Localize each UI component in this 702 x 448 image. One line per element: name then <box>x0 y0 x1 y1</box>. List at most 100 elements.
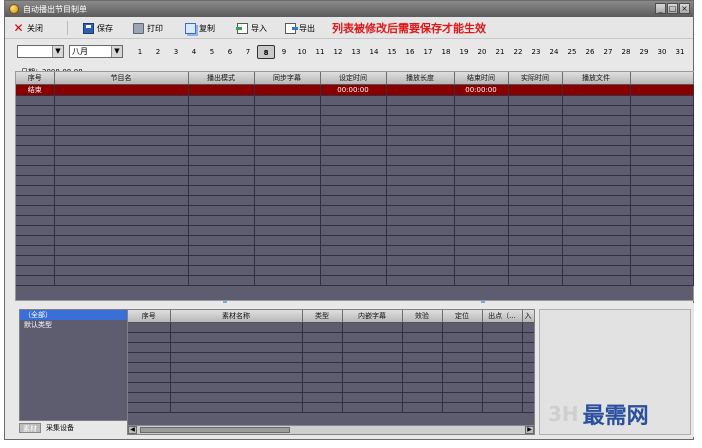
day-button[interactable]: 28 <box>617 45 635 59</box>
table-row[interactable] <box>16 245 694 256</box>
table-row[interactable]: 结束 00:00:00 00:00:00 <box>16 84 694 96</box>
table-row[interactable] <box>128 392 534 403</box>
scroll-left-icon[interactable]: ◀ <box>128 426 137 434</box>
day-button[interactable]: 24 <box>545 45 563 59</box>
category-item[interactable]: （全部） <box>20 310 128 320</box>
chevron-down-icon[interactable]: ▼ <box>52 46 63 57</box>
year-dropdown[interactable]: ▼ <box>17 45 64 58</box>
day-button[interactable]: 6 <box>221 45 239 59</box>
table-row[interactable] <box>128 342 534 353</box>
table-row[interactable] <box>16 125 694 136</box>
column-header[interactable]: 入 <box>522 310 534 323</box>
horizontal-scrollbar[interactable]: ◀ ▶ <box>128 425 534 434</box>
category-item[interactable]: 默认类型 <box>20 320 128 330</box>
table-row[interactable] <box>128 382 534 393</box>
day-button[interactable]: 26 <box>581 45 599 59</box>
tab-1[interactable]: 采集设备 <box>43 423 77 433</box>
tab-0[interactable]: 素材 <box>19 423 41 433</box>
table-row[interactable] <box>16 185 694 196</box>
day-button[interactable]: 23 <box>527 45 545 59</box>
category-list[interactable]: （全部） 默认类型 <box>19 309 129 421</box>
day-button[interactable]: 22 <box>509 45 527 59</box>
column-header[interactable]: 实际时间 <box>508 72 563 85</box>
print-button[interactable]: 打印 <box>133 21 163 35</box>
column-header[interactable]: 序号 <box>16 72 55 85</box>
column-header[interactable]: 播出模式 <box>188 72 255 85</box>
table-row[interactable] <box>16 175 694 186</box>
chevron-down-icon[interactable]: ▼ <box>111 46 122 57</box>
table-row[interactable] <box>128 362 534 373</box>
table-row[interactable] <box>128 372 534 383</box>
day-button[interactable]: 30 <box>653 45 671 59</box>
table-row[interactable] <box>16 105 694 116</box>
day-button[interactable]: 21 <box>491 45 509 59</box>
column-header[interactable]: 播放文件 <box>562 72 631 85</box>
column-header[interactable]: 节目名 <box>54 72 189 85</box>
column-header[interactable]: 序号 <box>128 310 171 323</box>
column-header[interactable]: 效验 <box>402 310 443 323</box>
day-button[interactable]: 2 <box>149 45 167 59</box>
column-header[interactable]: 类型 <box>302 310 343 323</box>
table-row[interactable] <box>128 322 534 333</box>
column-header[interactable]: 同步字幕 <box>254 72 321 85</box>
day-button[interactable]: 18 <box>437 45 455 59</box>
save-button[interactable]: 保存 <box>83 21 113 35</box>
schedule-table[interactable]: 序号 节目名 播出模式 同步字幕 设定时间 播放长度 结束时间 实际时间 播放文件 结束 00:0… <box>16 72 694 286</box>
day-button[interactable]: 5 <box>203 45 221 59</box>
day-button[interactable]: 11 <box>311 45 329 59</box>
import-button[interactable]: 导入 <box>236 21 267 35</box>
export-button[interactable]: 导出 <box>285 21 315 35</box>
month-dropdown[interactable]: 八月 ▼ <box>69 45 123 58</box>
table-row[interactable] <box>16 265 694 276</box>
day-button[interactable]: 16 <box>401 45 419 59</box>
column-header[interactable]: 设定时间 <box>320 72 387 85</box>
table-row[interactable] <box>16 155 694 166</box>
column-header[interactable]: 出点（... <box>482 310 523 323</box>
day-button[interactable]: 1 <box>131 45 149 59</box>
day-button[interactable]: 12 <box>329 45 347 59</box>
day-button[interactable]: 10 <box>293 45 311 59</box>
day-button[interactable]: 29 <box>635 45 653 59</box>
table-row[interactable] <box>16 255 694 266</box>
column-header[interactable]: 素材名称 <box>170 310 303 323</box>
table-row[interactable] <box>16 115 694 126</box>
table-row[interactable] <box>16 235 694 246</box>
column-header[interactable]: 定位 <box>442 310 483 323</box>
day-button[interactable]: 9 <box>275 45 293 59</box>
day-button[interactable]: 27 <box>599 45 617 59</box>
material-table[interactable]: 序号 素材名称 类型 内嵌字幕 效验 定位 出点（... 入 <box>128 310 534 413</box>
day-button[interactable]: 20 <box>473 45 491 59</box>
close-button[interactable]: ✕ 关闭 <box>13 21 43 35</box>
table-row[interactable] <box>128 332 534 343</box>
day-button[interactable]: 14 <box>365 45 383 59</box>
day-button[interactable]: 15 <box>383 45 401 59</box>
day-button[interactable]: 7 <box>239 45 257 59</box>
table-row[interactable] <box>16 215 694 226</box>
scroll-right-icon[interactable]: ▶ <box>525 426 534 434</box>
table-row[interactable] <box>128 352 534 363</box>
scroll-thumb[interactable] <box>140 427 290 433</box>
maximize-button[interactable]: □ <box>667 3 678 14</box>
table-row[interactable] <box>16 275 694 286</box>
table-row[interactable] <box>16 145 694 156</box>
column-header[interactable]: 内嵌字幕 <box>342 310 403 323</box>
minimize-button[interactable]: _ <box>655 3 666 14</box>
table-row[interactable] <box>16 135 694 146</box>
day-button[interactable]: 13 <box>347 45 365 59</box>
day-button[interactable]: 19 <box>455 45 473 59</box>
title-bar[interactable]: 自动播出节目制单 _ □ × <box>5 1 693 17</box>
column-header[interactable]: 播放长度 <box>386 72 455 85</box>
table-row[interactable] <box>16 205 694 216</box>
day-button[interactable]: 3 <box>167 45 185 59</box>
table-row[interactable] <box>16 195 694 206</box>
table-row[interactable] <box>16 165 694 176</box>
column-header[interactable]: 结束时间 <box>454 72 509 85</box>
day-button[interactable]: 25 <box>563 45 581 59</box>
table-row[interactable] <box>16 225 694 236</box>
day-button[interactable]: 31 <box>671 45 689 59</box>
table-row[interactable] <box>16 95 694 106</box>
close-window-button[interactable]: × <box>679 3 690 14</box>
day-button[interactable]: 17 <box>419 45 437 59</box>
copy-button[interactable]: 复制 <box>185 21 215 35</box>
table-row[interactable] <box>128 402 534 413</box>
